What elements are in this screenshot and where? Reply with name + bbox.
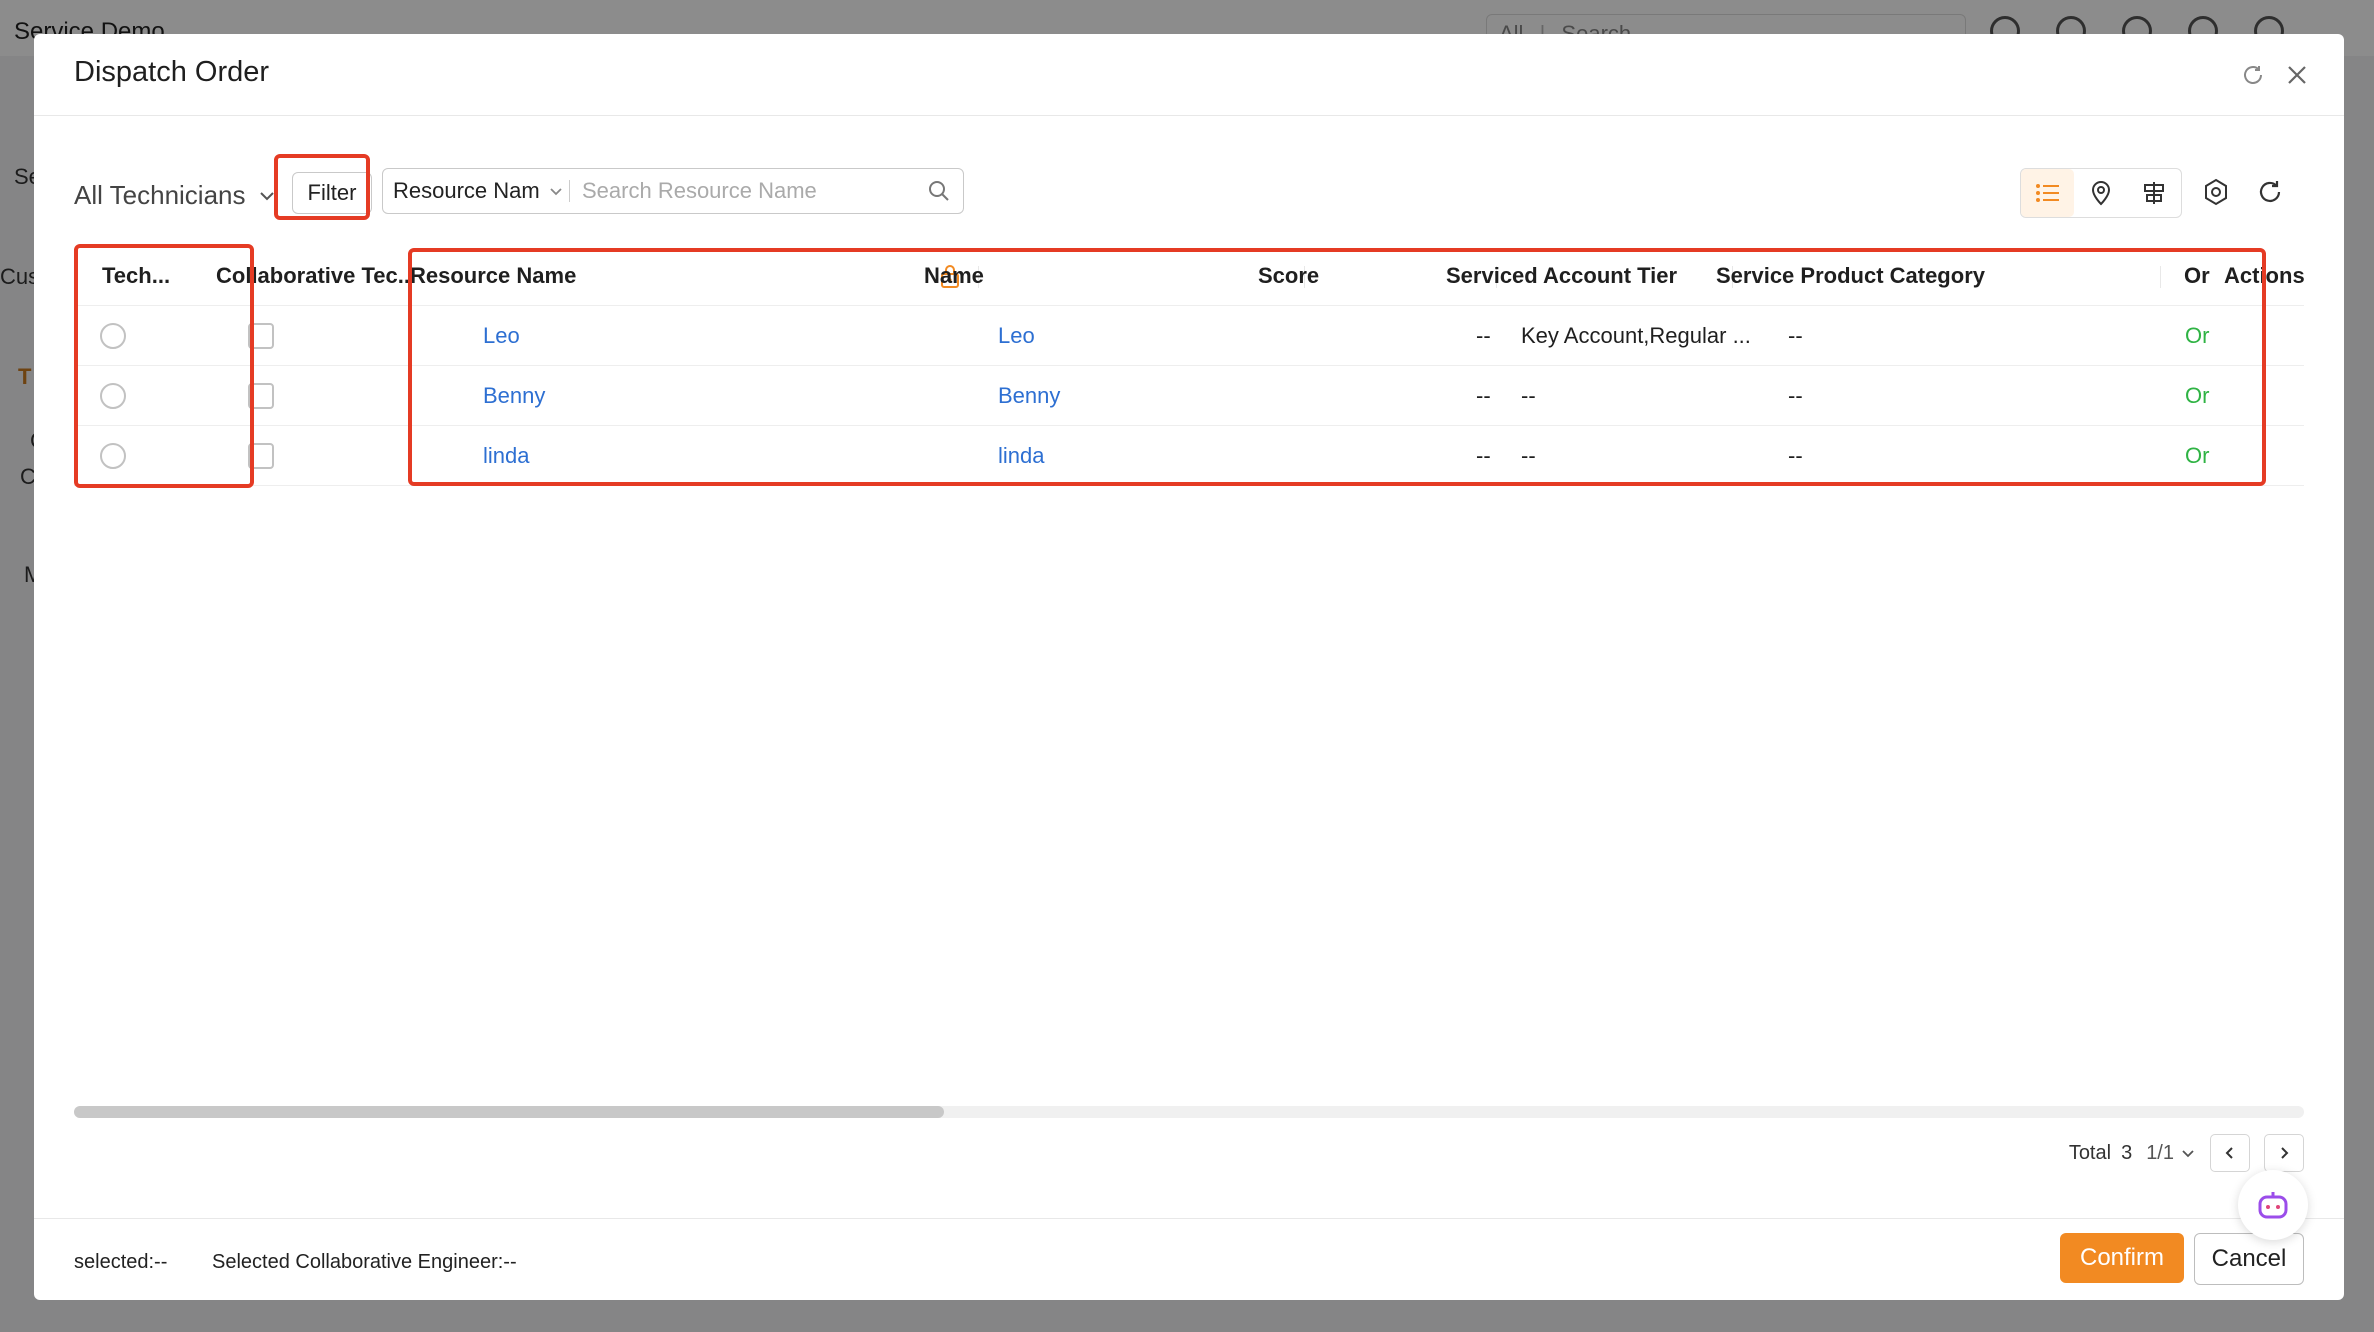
technician-table: Tech... Collaborative Tec... Resource Na… bbox=[74, 246, 2305, 486]
chevron-right-icon bbox=[2281, 1147, 2289, 1159]
modal-footer: selected:-- Selected Collaborative Engin… bbox=[34, 1218, 2344, 1300]
tier-cell: -- bbox=[1521, 383, 1536, 408]
header-actions: Actions bbox=[2224, 263, 2305, 288]
tier-cell: -- bbox=[1521, 443, 1536, 468]
chevron-left-icon bbox=[2225, 1147, 2233, 1159]
chevron-down-icon bbox=[550, 188, 562, 196]
category-cell: -- bbox=[1788, 383, 1803, 408]
table-row[interactable]: Benny Benny -- -- -- Or bbox=[74, 366, 2304, 426]
gantt-view-icon bbox=[2144, 182, 2165, 204]
search-field-label: Resource Nam bbox=[393, 178, 540, 203]
tech-radio[interactable] bbox=[100, 323, 126, 349]
map-pin-icon bbox=[2091, 181, 2110, 206]
modal-header: Dispatch Order bbox=[34, 34, 2344, 116]
total-label: Total bbox=[2068, 1141, 2112, 1164]
header-tech[interactable]: Tech... bbox=[102, 246, 188, 306]
list-view-button[interactable] bbox=[2021, 169, 2075, 217]
header-collaborative-tech[interactable]: Collaborative Tec... bbox=[216, 246, 412, 306]
resource-name-link[interactable]: linda bbox=[483, 426, 783, 486]
confirm-button[interactable]: Confirm bbox=[2060, 1233, 2184, 1283]
pagination: Total 3 1/1 bbox=[2069, 1134, 2304, 1172]
score-cell: -- bbox=[1476, 323, 1491, 348]
chevron-down-icon bbox=[2182, 1150, 2194, 1158]
settings-icon[interactable] bbox=[2198, 174, 2234, 210]
horizontal-scrollbar[interactable] bbox=[74, 1106, 2304, 1118]
table-header-row: Tech... Collaborative Tec... Resource Na… bbox=[74, 246, 2305, 306]
dispatch-order-modal: Dispatch Order All Technicians Filter Re… bbox=[34, 34, 2344, 1300]
name-link[interactable]: Leo bbox=[998, 306, 1248, 366]
modal-title: Dispatch Order bbox=[74, 56, 270, 88]
technician-scope-dropdown[interactable]: All Technicians bbox=[74, 180, 276, 211]
header-serviced-account-tier[interactable]: Serviced Account Tier bbox=[1446, 246, 1686, 306]
table-row[interactable]: linda linda -- -- -- Or bbox=[74, 426, 2304, 486]
header-name[interactable]: Name bbox=[924, 246, 1124, 306]
refresh-icon[interactable] bbox=[2236, 58, 2270, 92]
search-icon[interactable] bbox=[927, 179, 951, 203]
tier-cell: Key Account,Regular ... bbox=[1521, 323, 1751, 348]
list-view-icon bbox=[2035, 184, 2059, 202]
robot-icon bbox=[2258, 1192, 2288, 1219]
close-icon[interactable] bbox=[2280, 58, 2314, 92]
collab-checkbox[interactable] bbox=[248, 323, 274, 349]
next-page-button[interactable] bbox=[2264, 1134, 2304, 1172]
header-service-product-category[interactable]: Service Product Category bbox=[1716, 246, 2016, 306]
header-resource-name[interactable]: Resource Name bbox=[410, 246, 610, 306]
assistant-bot-button[interactable] bbox=[2238, 1170, 2308, 1240]
category-cell: -- bbox=[1788, 443, 1803, 468]
scrollbar-thumb[interactable] bbox=[74, 1106, 944, 1118]
resource-name-link[interactable]: Leo bbox=[483, 306, 783, 366]
cancel-button[interactable]: Cancel bbox=[2194, 1233, 2304, 1285]
prev-page-button[interactable] bbox=[2210, 1134, 2250, 1172]
filter-button[interactable]: Filter bbox=[292, 172, 372, 214]
selected-technician: selected:-- bbox=[74, 1251, 168, 1273]
search-field-dropdown[interactable]: Resource Nam bbox=[383, 178, 569, 204]
online-status: Or bbox=[2185, 323, 2210, 348]
online-status: Or bbox=[2185, 383, 2210, 408]
collab-checkbox[interactable] bbox=[248, 383, 274, 409]
view-mode-switch bbox=[2020, 168, 2182, 218]
online-status: Or bbox=[2185, 443, 2210, 468]
selected-collaborative-engineer: Selected Collaborative Engineer:-- bbox=[212, 1251, 517, 1273]
gantt-view-button[interactable] bbox=[2128, 169, 2181, 217]
collab-checkbox[interactable] bbox=[248, 443, 274, 469]
map-view-button[interactable] bbox=[2074, 169, 2127, 217]
page-select[interactable]: 1/1 bbox=[2146, 1142, 2196, 1165]
score-cell: -- bbox=[1476, 443, 1491, 468]
name-link[interactable]: Benny bbox=[998, 366, 1248, 426]
tech-radio[interactable] bbox=[100, 383, 126, 409]
search-input[interactable] bbox=[582, 178, 902, 204]
total-count: 3 bbox=[2121, 1141, 2133, 1164]
category-cell: -- bbox=[1788, 323, 1803, 348]
name-link[interactable]: linda bbox=[998, 426, 1248, 486]
table-row[interactable]: Leo Leo -- Key Account,Regular ... -- Or bbox=[74, 306, 2304, 366]
technician-scope-label: All Technicians bbox=[74, 180, 246, 210]
chevron-down-icon bbox=[259, 191, 274, 200]
reload-icon[interactable] bbox=[2252, 174, 2288, 210]
header-score[interactable]: Score bbox=[1258, 246, 1398, 306]
header-online[interactable]: Or bbox=[2184, 246, 2214, 306]
tech-radio[interactable] bbox=[100, 443, 126, 469]
resource-name-link[interactable]: Benny bbox=[483, 366, 783, 426]
score-cell: -- bbox=[1476, 383, 1491, 408]
page-indicator: 1/1 bbox=[2146, 1141, 2174, 1164]
resource-search: Resource Nam bbox=[382, 168, 964, 214]
